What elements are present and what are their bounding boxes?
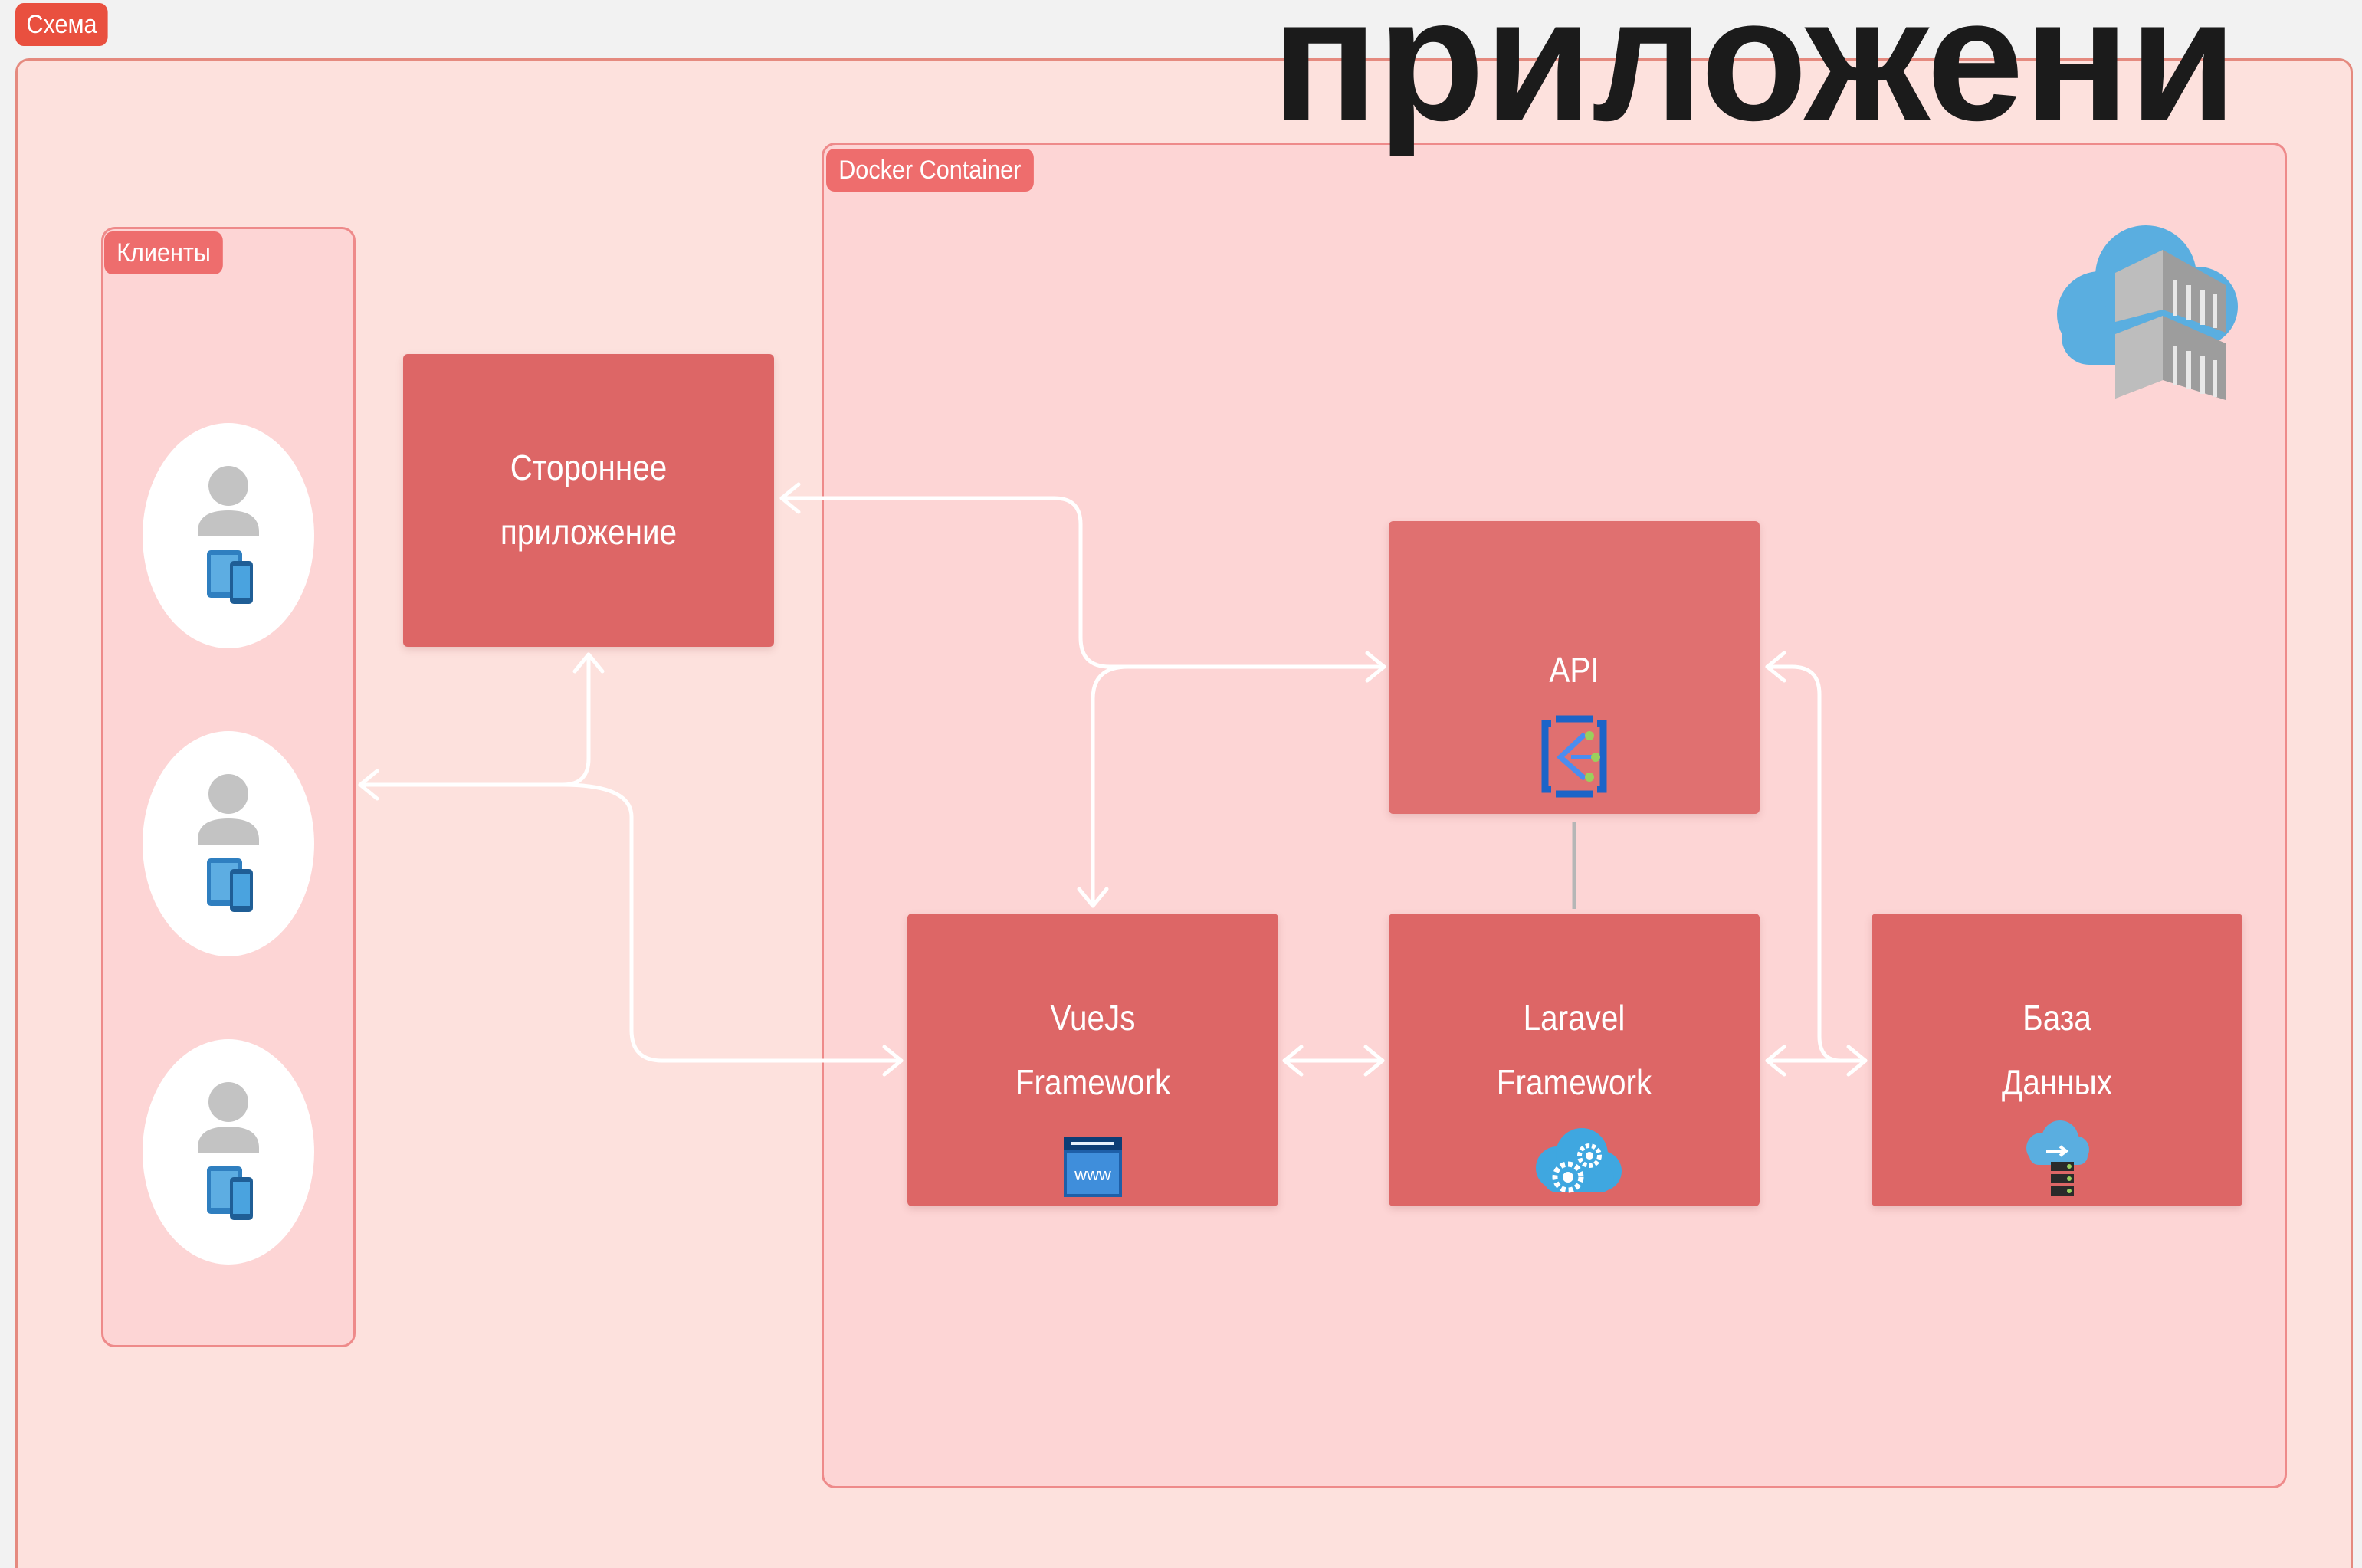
connector-database-api <box>1765 664 1843 1063</box>
arrowheads <box>358 482 1868 1077</box>
www-label: www <box>1074 1165 1111 1184</box>
api-management-icon <box>1541 715 1607 798</box>
connector-thirdparty-api <box>779 496 1386 669</box>
connectors <box>358 496 1868 1063</box>
connector-clients-thirdparty <box>358 652 591 787</box>
diagram-overlay: www <box>198 225 2238 1220</box>
cloud-container-icon <box>2057 225 2238 400</box>
diagram-canvas: Схема Клиенты Docker Container Стороннее… <box>0 0 2362 1568</box>
user-devices-icon-3 <box>198 1082 259 1220</box>
user-devices-icon-2 <box>198 774 259 912</box>
connector-api-vuejs <box>1091 664 1130 908</box>
cloud-gears-icon <box>1536 1128 1622 1193</box>
connector-clients-vuejs <box>560 782 904 1063</box>
user-devices-icon-1 <box>198 466 259 604</box>
page-title: приложени <box>1272 0 2237 157</box>
web-browser-icon: www <box>1064 1137 1122 1197</box>
cloud-database-icon <box>2026 1120 2089 1196</box>
